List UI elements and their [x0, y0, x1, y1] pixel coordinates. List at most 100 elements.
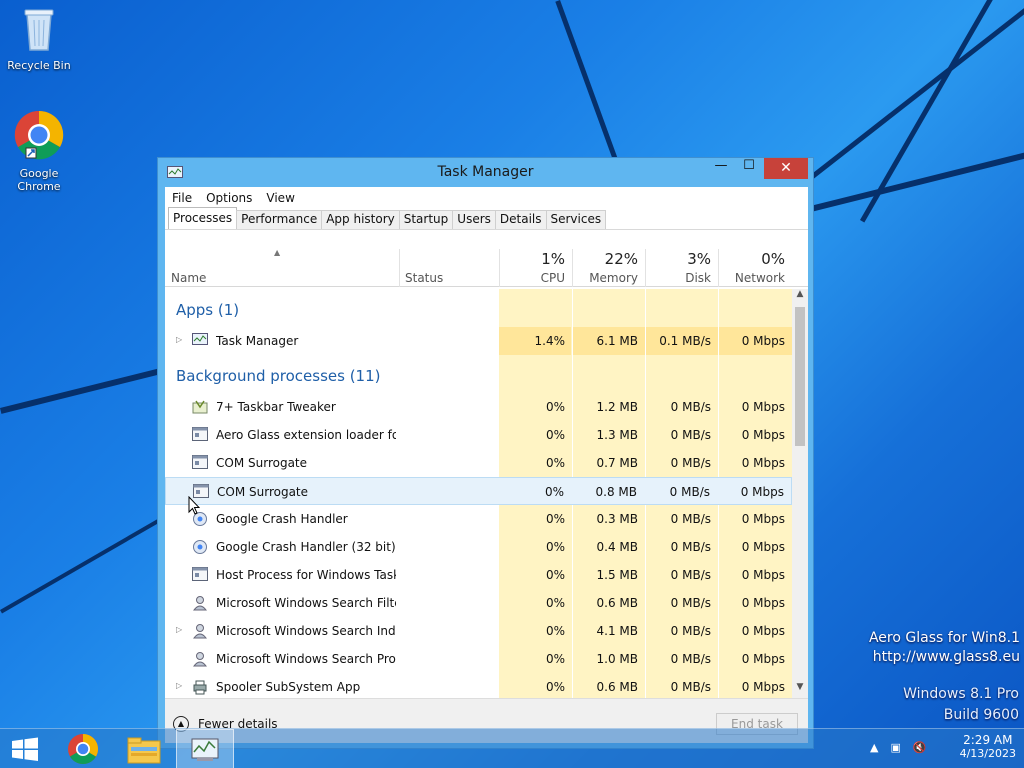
scroll-down-icon[interactable]: ▼: [792, 682, 808, 698]
column-name[interactable]: Name: [165, 230, 399, 287]
tab-app-history[interactable]: App history: [321, 210, 400, 229]
column-status[interactable]: Status: [399, 230, 499, 287]
process-row[interactable]: Microsoft Windows Search Filte... 0% 0.6 M…: [165, 589, 792, 617]
application-window-icon: [192, 427, 208, 443]
task-manager-icon: [191, 738, 219, 761]
taskbar-file-explorer[interactable]: [115, 729, 173, 768]
tab-details[interactable]: Details: [494, 210, 547, 229]
taskbar-chrome[interactable]: [55, 729, 113, 768]
application-window-icon: [192, 567, 208, 583]
process-disk: 0 MB/s: [670, 428, 711, 442]
group-header[interactable]: Apps (1): [165, 289, 792, 327]
process-memory: 1.0 MB: [596, 652, 638, 666]
tab-users[interactable]: Users: [452, 210, 496, 229]
process-row[interactable]: COM Surrogate 0% 0.7 MB 0 MB/s 0 Mbps: [165, 449, 792, 477]
system-tray: ▲ ▣ 🔇: [870, 741, 927, 754]
windows-version-watermark: Windows 8.1 Pro Build 9600: [903, 686, 1019, 723]
process-name: Microsoft Windows Search Prot...: [216, 652, 396, 666]
title-bar[interactable]: Task Manager — ☐ ✕: [158, 158, 813, 187]
desktop-icon-chrome[interactable]: Google Chrome: [4, 110, 74, 193]
desktop-icon-label: Google Chrome: [17, 167, 61, 193]
column-memory[interactable]: 22% Memory: [572, 230, 645, 287]
desktop-icon-label: Recycle Bin: [7, 59, 71, 72]
aero-glass-watermark: Aero Glass for Win8.1 http://www.glass8.…: [869, 630, 1020, 665]
expand-chevron-icon[interactable]: ▷: [176, 681, 182, 690]
process-row[interactable]: COM Surrogate 0% 0.8 MB 0 MB/s 0 Mbps: [165, 477, 792, 505]
process-network: 0 Mbps: [741, 624, 785, 638]
column-disk[interactable]: 3% Disk: [645, 230, 718, 287]
menu-bar: File Options View: [165, 187, 808, 209]
column-status-label: Status: [405, 271, 444, 285]
memory-total: 22%: [604, 250, 638, 268]
process-network: 0 Mbps: [741, 680, 785, 694]
process-name: Microsoft Windows Search Inde...: [216, 624, 396, 638]
clock[interactable]: 2:29 AM 4/13/2023: [960, 733, 1016, 760]
watermark-line: http://www.glass8.eu: [872, 649, 1020, 665]
vertical-scrollbar[interactable]: ▲ ▼: [792, 289, 808, 698]
printer-icon: [192, 679, 208, 695]
desktop-icon-recycle-bin[interactable]: Recycle Bin: [4, 6, 74, 72]
show-hidden-icons-icon[interactable]: ▲: [870, 741, 878, 754]
process-network: 0 Mbps: [741, 596, 785, 610]
process-row[interactable]: ▷ Microsoft Windows Search Inde... 0% 4.1 M…: [165, 617, 792, 645]
process-disk: 0 MB/s: [670, 596, 711, 610]
process-list: Apps (1) ▷ Task Manager 1.4% 6.1 MB 0.1 MB/s 0…: [165, 289, 792, 698]
application-window-icon: [192, 455, 208, 471]
minimize-button[interactable]: —: [706, 158, 736, 179]
process-cpu: 1.4%: [534, 334, 566, 348]
taskbar-task-manager[interactable]: [176, 729, 234, 768]
process-name: Google Crash Handler (32 bit): [216, 540, 396, 554]
start-button[interactable]: [0, 729, 58, 768]
process-row[interactable]: ▷ Task Manager 1.4% 6.1 MB 0.1 MB/s 0 Mbps: [165, 327, 792, 355]
menu-options[interactable]: Options: [206, 191, 252, 205]
task-manager-window: Task Manager — ☐ ✕ File Options View Pro…: [157, 157, 814, 749]
maximize-button[interactable]: ☐: [734, 158, 764, 179]
search-service-icon: [192, 651, 208, 667]
group-header[interactable]: Background processes (11): [165, 355, 792, 393]
process-disk: 0.1 MB/s: [659, 334, 711, 348]
watermark-line: Windows 8.1 Pro: [903, 686, 1019, 702]
process-cpu: 0%: [545, 596, 565, 610]
process-cpu: 0%: [545, 568, 565, 582]
process-row[interactable]: Host Process for Windows Tasks 0% 1.5 MB 0 …: [165, 561, 792, 589]
process-name: Spooler SubSystem App: [216, 680, 361, 694]
window-client: File Options View Processes Performance …: [165, 187, 808, 743]
column-network[interactable]: 0% Network: [718, 230, 792, 287]
process-disk: 0 MB/s: [670, 456, 711, 470]
scroll-up-icon[interactable]: ▲: [792, 289, 808, 305]
process-name: Host Process for Windows Tasks: [216, 568, 396, 582]
column-network-label: Network: [734, 271, 785, 285]
network-total: 0%: [761, 250, 785, 268]
process-cpu: 0%: [545, 456, 565, 470]
network-icon[interactable]: ▣: [890, 741, 900, 754]
process-row[interactable]: 7+ Taskbar Tweaker 0% 1.2 MB 0 MB/s 0 Mbps: [165, 393, 792, 421]
process-memory: 1.5 MB: [596, 568, 638, 582]
volume-muted-icon[interactable]: 🔇: [913, 741, 927, 754]
process-row[interactable]: Aero Glass extension loader for ... 0% 1.3…: [165, 421, 792, 449]
tab-processes[interactable]: Processes: [168, 207, 238, 229]
tab-services[interactable]: Services: [545, 210, 607, 229]
process-network: 0 Mbps: [741, 334, 785, 348]
expand-chevron-icon[interactable]: ▷: [176, 625, 182, 634]
process-network: 0 Mbps: [741, 428, 785, 442]
scrollbar-thumb[interactable]: [795, 307, 805, 446]
process-disk: 0 MB/s: [670, 680, 711, 694]
column-cpu-label: CPU: [540, 271, 565, 285]
process-row[interactable]: Google Crash Handler (32 bit) 0% 0.4 MB 0 M…: [165, 533, 792, 561]
column-memory-label: Memory: [589, 271, 638, 285]
tab-startup[interactable]: Startup: [398, 210, 454, 229]
file-explorer-icon: [127, 737, 161, 764]
tab-performance[interactable]: Performance: [236, 210, 323, 229]
process-row[interactable]: Google Crash Handler 0% 0.3 MB 0 MB/s 0 Mbps: [165, 505, 792, 533]
chrome-icon: [68, 734, 99, 765]
menu-file[interactable]: File: [172, 191, 192, 205]
recycle-bin-icon: [4, 6, 74, 55]
menu-view[interactable]: View: [266, 191, 294, 205]
process-row[interactable]: Microsoft Windows Search Prot... 0% 1.0 MB…: [165, 645, 792, 673]
close-button[interactable]: ✕: [764, 158, 808, 179]
column-cpu[interactable]: 1% CPU: [499, 230, 572, 287]
process-name: 7+ Taskbar Tweaker: [216, 400, 336, 414]
process-disk: 0 MB/s: [669, 485, 710, 499]
expand-chevron-icon[interactable]: ▷: [176, 335, 182, 344]
process-row[interactable]: ▷ Spooler SubSystem App 0% 0.6 MB 0 MB/s 0 Mb…: [165, 673, 792, 698]
